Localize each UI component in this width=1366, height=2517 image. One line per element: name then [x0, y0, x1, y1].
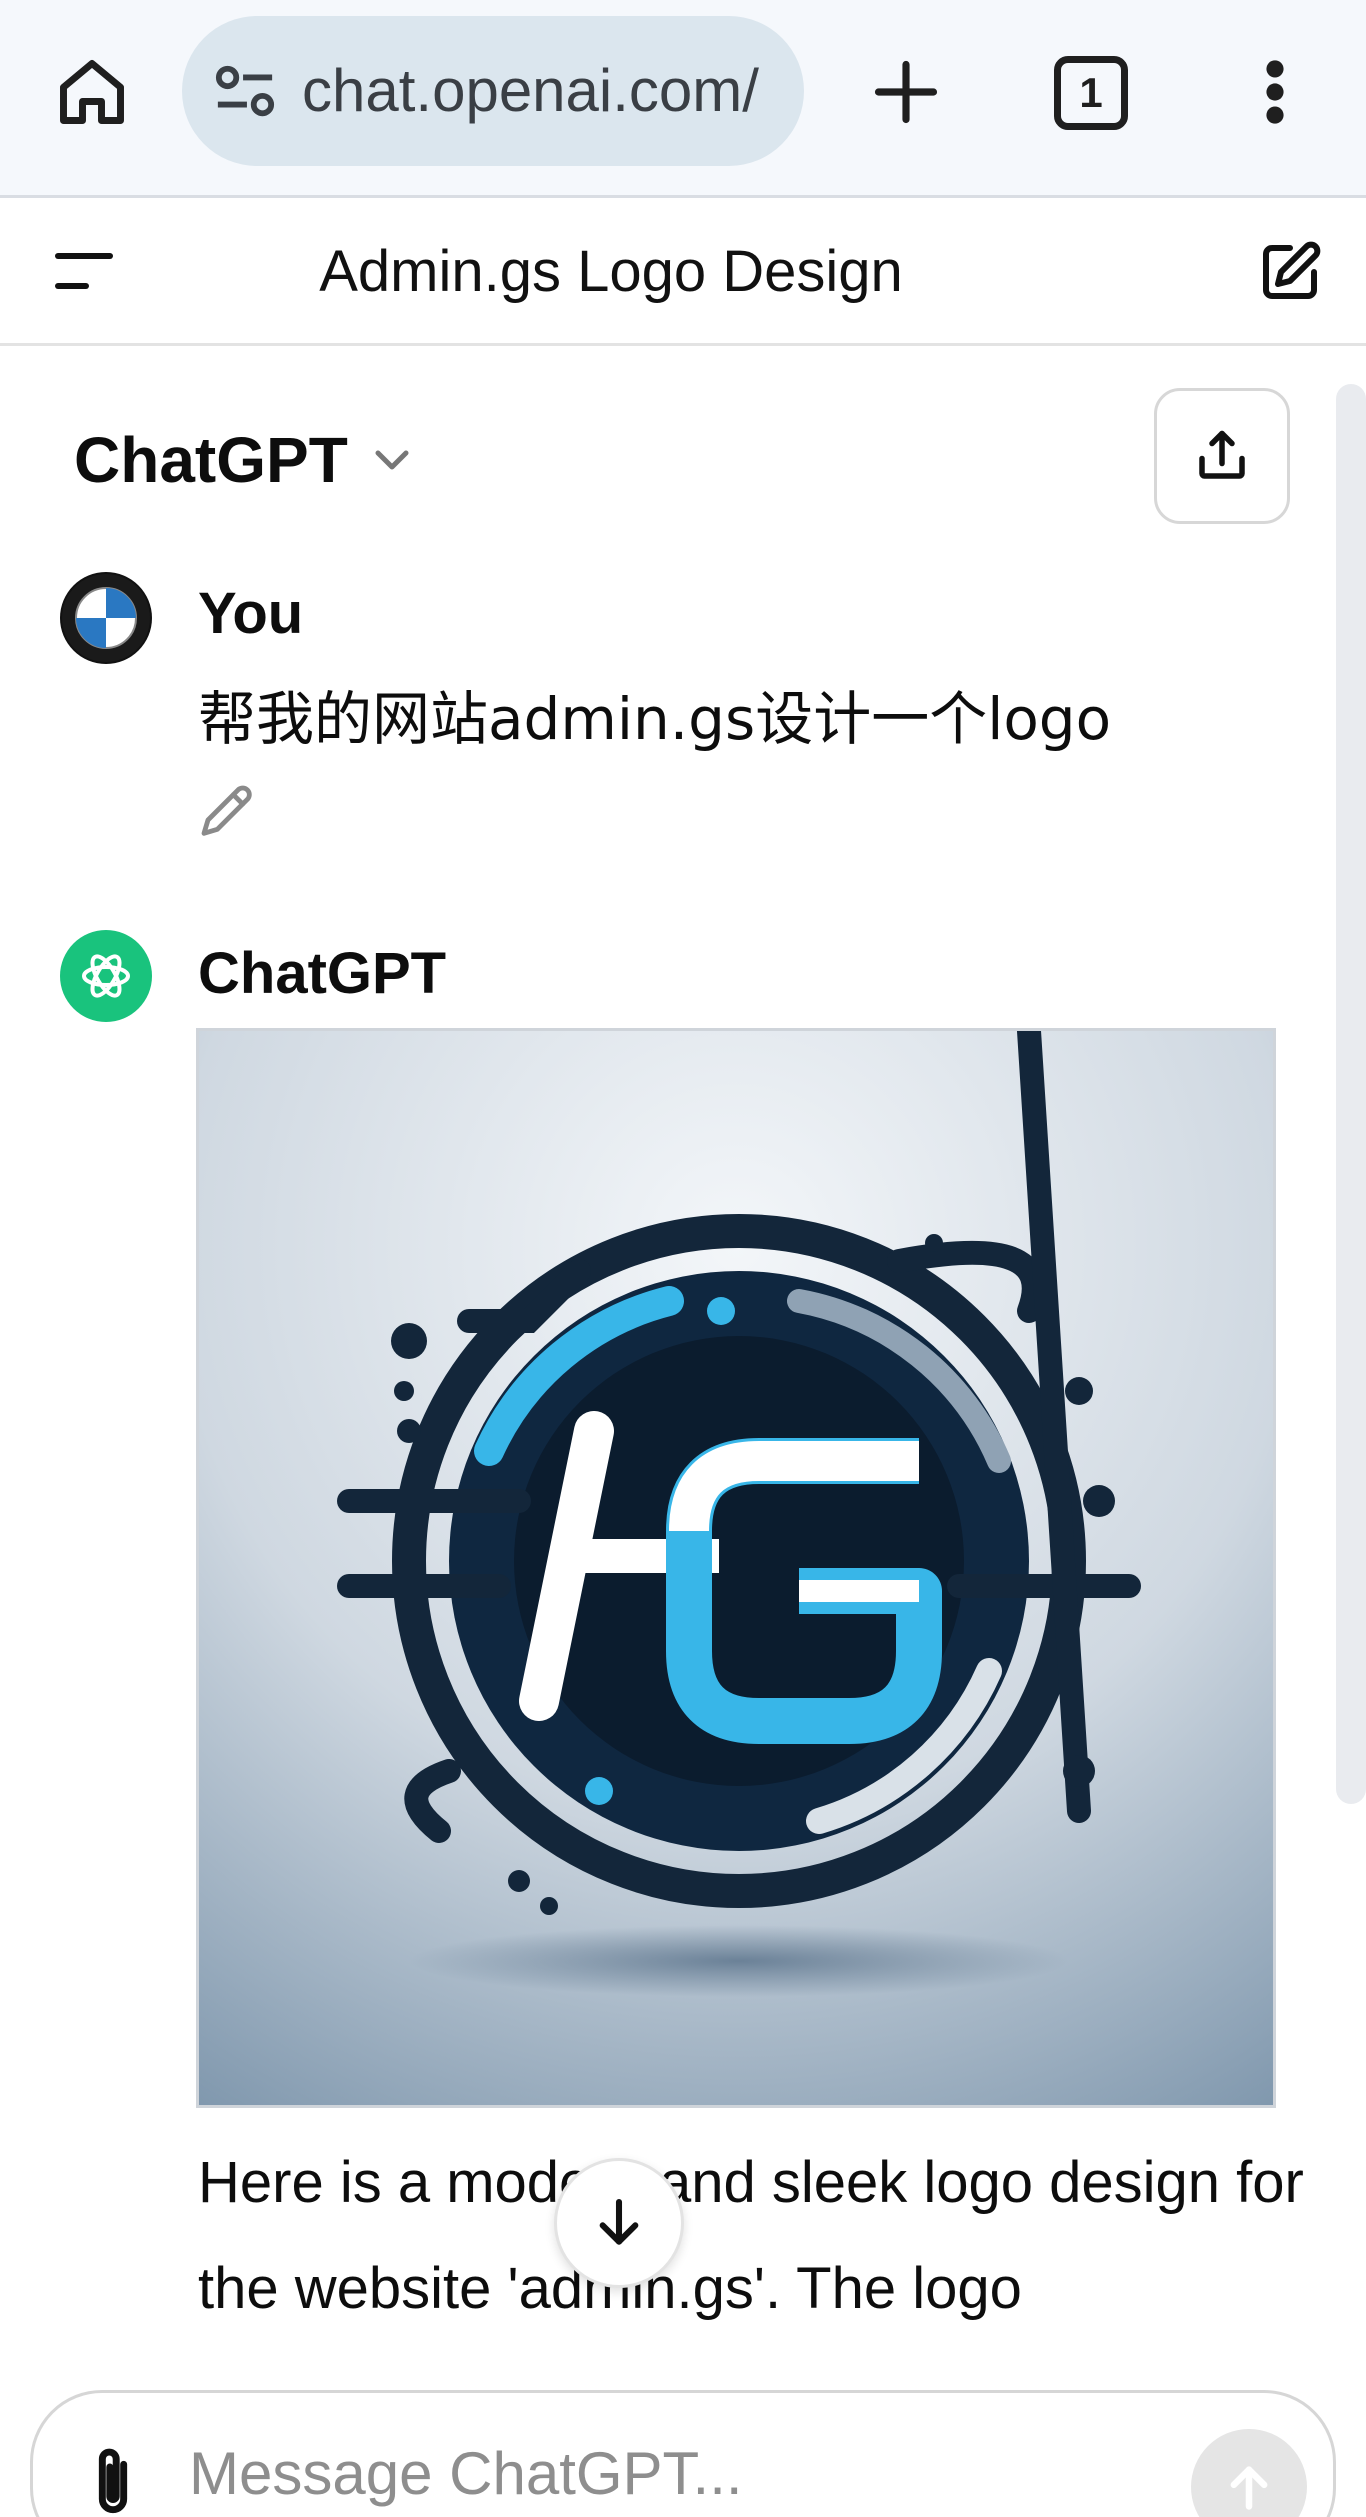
address-bar[interactable]: chat.openai.com/: [182, 16, 804, 166]
message-composer: [30, 2390, 1336, 2517]
user-message-text: 帮我的网站admin.gs设计一个logo: [198, 685, 1112, 753]
arrow-up-icon: [1230, 2466, 1268, 2510]
browser-menu-button[interactable]: [1250, 44, 1300, 140]
sender-name-user: You: [198, 581, 304, 646]
sender-name-assistant: ChatGPT: [198, 941, 447, 1006]
plus-icon: [874, 60, 938, 124]
share-button[interactable]: [1154, 388, 1290, 524]
model-selector[interactable]: ChatGPT: [74, 410, 410, 510]
app-header: Admin.gs Logo Design: [0, 198, 1366, 346]
share-icon: [1199, 430, 1245, 479]
chevron-down-icon: [375, 450, 409, 470]
avatar: [60, 572, 152, 664]
browser-toolbar: chat.openai.com/ 1: [0, 0, 1366, 198]
generated-logo-image[interactable]: [196, 1028, 1276, 2108]
assistant-message-text: Here is a modern and sleek logo design f…: [198, 2150, 1304, 2321]
conversation-title: Admin.gs Logo Design: [319, 239, 903, 304]
bmw-avatar-icon: [62, 574, 150, 662]
edit-pencil-icon[interactable]: [196, 780, 260, 844]
arrow-down-icon: [599, 2198, 639, 2245]
new-tab-button[interactable]: [858, 44, 954, 140]
home-button[interactable]: [48, 44, 136, 140]
new-chat-icon[interactable]: [1254, 236, 1326, 308]
scroll-to-bottom-button[interactable]: [554, 2158, 684, 2288]
openai-logo-icon: [82, 954, 130, 998]
more-vertical-icon: [1266, 60, 1284, 124]
logo-image-art: [199, 1031, 1273, 2105]
home-icon: [60, 60, 124, 124]
paperclip-icon[interactable]: [81, 2443, 145, 2517]
model-name: ChatGPT: [74, 424, 348, 496]
tab-switcher-button[interactable]: 1: [1054, 56, 1128, 130]
send-button[interactable]: [1191, 2429, 1307, 2517]
url-text: chat.openai.com/: [302, 57, 759, 124]
message-input[interactable]: [189, 2423, 1089, 2517]
scrollbar[interactable]: [1336, 384, 1366, 1804]
site-settings-icon: [215, 65, 275, 117]
chatgpt-avatar: [60, 930, 152, 1022]
